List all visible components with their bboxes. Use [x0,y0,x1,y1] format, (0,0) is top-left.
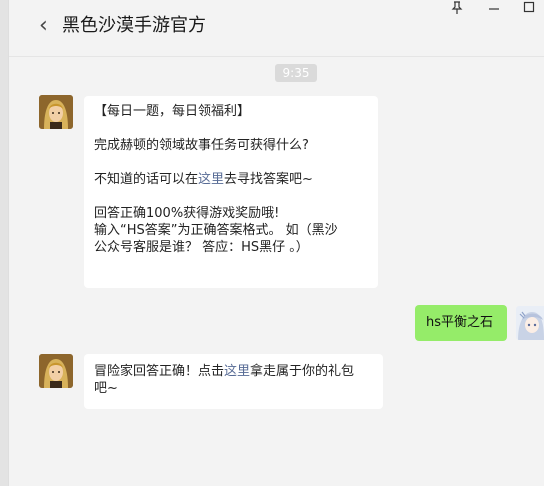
maximize-icon-shape [523,1,535,13]
sidebar-edge [0,0,9,486]
game-character-avatar-icon [39,354,73,388]
user-avatar[interactable] [516,306,544,340]
message-line: 完成赫顿的领域故事任务可获得什么? [94,138,309,153]
message-line: 公众号客服是谁？ 答应：HS黑仔 。） [94,240,309,255]
pin-icon-shape [451,1,463,14]
message-text: 不知道的话可以在 [94,172,199,187]
message-text: 冒险家回答正确！点击 [94,364,225,379]
official-account-avatar[interactable] [39,95,73,129]
message-timestamp: 9:35 [275,64,317,82]
minimize-icon-shape [489,8,499,10]
maximize-icon[interactable] [521,1,537,17]
minimize-icon[interactable] [486,1,502,17]
here-link[interactable]: 这里 [198,172,224,187]
anime-user-avatar-icon [516,306,544,340]
chevron-left-icon[interactable]: ‹ [39,14,59,38]
chat-title: 黑色沙漠手游官方 [62,15,206,36]
message-line: 吧~ [94,381,118,396]
message-text: 去寻找答案吧~ [224,172,313,187]
pin-icon[interactable] [449,1,465,17]
game-character-avatar-icon [39,95,73,129]
official-account-avatar[interactable] [39,354,73,388]
message-bubble-reward[interactable]: 冒险家回答正确！点击这里拿走属于你的礼包 吧~ [84,354,383,409]
message-line: 输入“HS答案”为正确答案格式。 如（黑沙 [94,223,338,238]
here-link[interactable]: 这里 [224,364,250,379]
message-line-with-link: 不知道的话可以在这里去寻找答案吧~ [94,171,368,188]
message-line-with-link: 冒险家回答正确！点击这里拿走属于你的礼包 [94,363,373,380]
self-message-bubble[interactable]: hs平衡之石 [415,305,507,341]
message-line: 【每日一题，每日领福利】 [94,104,251,119]
message-text: 拿走属于你的礼包 [250,364,355,379]
message-line: 回答正确100%获得游戏奖励哦! [94,206,280,221]
message-bubble-daily-question[interactable]: 【每日一题，每日领福利】 完成赫顿的领域故事任务可获得什么? 不知道的话可以在这… [84,96,378,288]
